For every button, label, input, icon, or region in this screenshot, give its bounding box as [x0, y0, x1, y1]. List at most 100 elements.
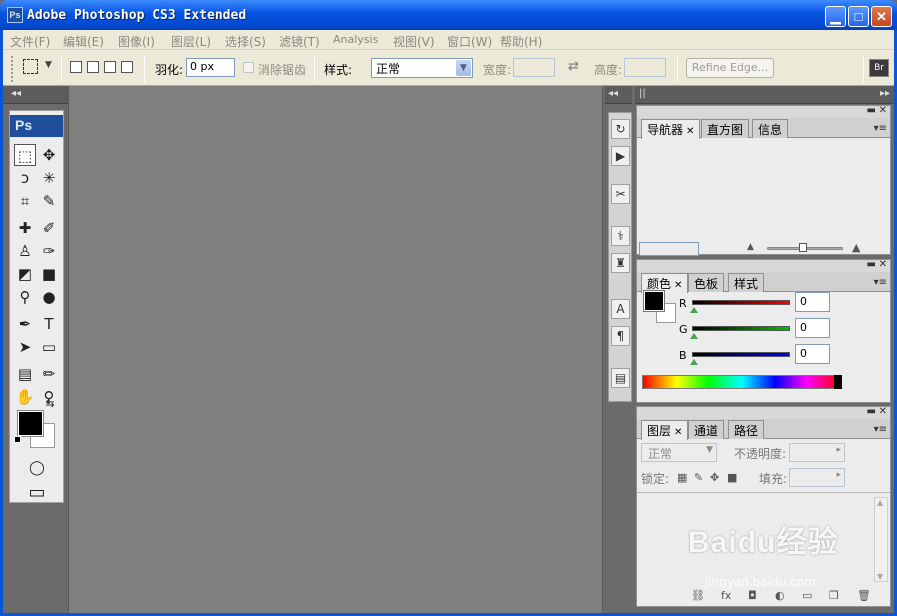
blue-value-input[interactable]: 0 [795, 344, 830, 364]
red-slider-thumb[interactable] [690, 307, 698, 313]
tab-info[interactable]: 信息 [752, 119, 789, 138]
height-input[interactable] [624, 58, 666, 77]
feather-input[interactable]: 0 px [186, 58, 235, 77]
zoom-out-icon[interactable]: ▲ [747, 242, 754, 252]
clone-source-icon[interactable]: ♜ [611, 253, 630, 273]
delete-layer-icon[interactable]: 🗑 [857, 589, 871, 602]
brush-tool-icon[interactable]: ✐ [38, 217, 60, 239]
zoom-in-icon[interactable]: ▲ [852, 241, 860, 254]
add-selection-icon[interactable] [87, 61, 99, 73]
lock-image-icon[interactable]: ✎ [694, 471, 703, 484]
tab-navigator[interactable]: 导航器 ✕ [641, 119, 701, 139]
panel-titlebar[interactable]: ▬ ✕ [637, 259, 890, 272]
color-spectrum-bar[interactable] [642, 375, 841, 389]
menu-analysis[interactable]: Analysis [333, 33, 378, 46]
layer-style-icon[interactable]: fx [721, 589, 731, 602]
grip-icon[interactable]: || [639, 88, 646, 99]
antialias-checkbox[interactable] [243, 62, 254, 73]
title-bar[interactable]: Ps Adobe Photoshop CS3 Extended ▁ □ ✕ [0, 0, 897, 30]
menu-window[interactable]: 窗口(W) [447, 33, 492, 50]
tab-histogram[interactable]: 直方图 [701, 119, 750, 138]
minimize-panel-icon[interactable]: ▬ [867, 259, 876, 270]
maximize-button[interactable]: □ [848, 6, 869, 27]
new-layer-icon[interactable]: ❐ [829, 589, 839, 602]
collapse-icon[interactable]: ◂◂ [11, 88, 21, 99]
layers-scrollbar[interactable]: ▲ ▼ [874, 497, 888, 582]
refine-edge-button[interactable]: Refine Edge... [686, 58, 774, 78]
tab-channels[interactable]: 通道 [688, 420, 725, 439]
options-grip[interactable] [11, 56, 13, 82]
blue-slider-thumb[interactable] [690, 359, 698, 365]
blend-mode-select[interactable]: 正常 ▼ [641, 443, 717, 462]
close-panel-icon[interactable]: ✕ [879, 259, 887, 270]
close-button[interactable]: ✕ [871, 6, 892, 27]
magic-wand-tool-icon[interactable]: ✳ [38, 167, 60, 189]
tab-styles[interactable]: 样式 [728, 273, 765, 292]
path-selection-tool-icon[interactable]: ➤ [14, 336, 36, 358]
document-canvas-area[interactable] [68, 86, 603, 613]
panel-menu-icon[interactable]: ▾≡ [874, 424, 887, 435]
spectrum-black-white[interactable] [834, 375, 842, 389]
zoom-slider-thumb[interactable] [799, 243, 807, 252]
lock-transparent-icon[interactable]: ▦ [677, 471, 687, 484]
crop-tool-icon[interactable]: ⌗ [14, 190, 36, 212]
rectangle-tool-icon[interactable]: ▭ [38, 336, 60, 358]
clone-stamp-tool-icon[interactable]: ♙ [14, 240, 36, 262]
tab-layers[interactable]: 图层 ✕ [641, 420, 689, 440]
photoshop-app-icon[interactable]: Ps [7, 7, 23, 23]
red-value-input[interactable]: 0 [795, 292, 830, 312]
menu-file[interactable]: 文件(F) [10, 33, 50, 50]
new-group-icon[interactable]: ▭ [802, 589, 812, 602]
default-colors-icon[interactable] [14, 436, 21, 443]
new-selection-icon[interactable] [70, 61, 82, 73]
marquee-preset-icon[interactable] [23, 59, 38, 74]
fill-input[interactable]: ▸ [789, 468, 845, 487]
menu-select[interactable]: 选择(S) [225, 33, 266, 50]
tool-presets-icon[interactable]: ✂ [611, 184, 630, 204]
swap-colors-icon[interactable]: ⇆ [43, 397, 57, 411]
collapse-icon[interactable]: ◂◂ [608, 88, 618, 99]
quick-mask-icon[interactable]: ◯ [26, 457, 48, 479]
close-tab-icon[interactable]: ✕ [674, 280, 682, 291]
swap-dimensions-icon[interactable]: ⇄ [568, 59, 579, 74]
green-slider-thumb[interactable] [690, 333, 698, 339]
intersect-selection-icon[interactable] [121, 61, 133, 73]
subtract-selection-icon[interactable] [104, 61, 116, 73]
close-tab-icon[interactable]: ✕ [686, 126, 694, 137]
brushes-panel-icon[interactable]: ⚕ [611, 226, 630, 246]
blue-channel-slider[interactable] [692, 352, 790, 357]
eraser-tool-icon[interactable]: ◩ [14, 263, 36, 285]
panel-titlebar[interactable]: ▬ ✕ [637, 105, 890, 118]
foreground-color-swatch[interactable] [17, 410, 44, 437]
bridge-icon[interactable]: Br [869, 59, 889, 77]
opacity-input[interactable]: ▸ [789, 443, 845, 462]
eyedropper-tool-icon[interactable]: ✏ [38, 363, 60, 385]
adjustment-layer-icon[interactable]: ◐ [775, 589, 785, 602]
panel-titlebar[interactable]: ▬ ✕ [637, 406, 890, 419]
rectangular-marquee-tool-icon[interactable]: ⬚ [14, 144, 36, 166]
green-channel-slider[interactable] [692, 326, 790, 331]
close-tab-icon[interactable]: ✕ [674, 427, 682, 438]
green-value-input[interactable]: 0 [795, 318, 830, 338]
color-panel-foreground-swatch[interactable] [643, 290, 665, 312]
actions-panel-icon[interactable]: ▶ [611, 146, 630, 166]
paragraph-panel-icon[interactable]: ¶ [611, 326, 630, 346]
lock-position-icon[interactable]: ✥ [710, 471, 719, 484]
tab-swatches[interactable]: 色板 [688, 273, 725, 292]
menu-layer[interactable]: 图层(L) [171, 33, 211, 50]
preset-dropdown-icon[interactable]: ▼ [45, 60, 52, 70]
move-tool-icon[interactable]: ✥ [38, 144, 60, 166]
minimize-panel-icon[interactable]: ▬ [867, 406, 876, 417]
zoom-input[interactable] [639, 242, 699, 256]
dodge-tool-icon[interactable]: ● [38, 286, 60, 308]
tab-color[interactable]: 颜色 ✕ [641, 273, 689, 293]
healing-brush-tool-icon[interactable]: ✚ [14, 217, 36, 239]
type-tool-icon[interactable]: T [38, 313, 60, 335]
width-input[interactable] [513, 58, 555, 77]
screen-mode-icon[interactable]: ▭ [26, 482, 48, 504]
layer-mask-icon[interactable]: ◘ [748, 589, 757, 602]
blur-tool-icon[interactable]: ⚲ [14, 286, 36, 308]
layer-comps-icon[interactable]: ▤ [611, 368, 630, 388]
tab-paths[interactable]: 路径 [728, 420, 765, 439]
pen-tool-icon[interactable]: ✒ [14, 313, 36, 335]
